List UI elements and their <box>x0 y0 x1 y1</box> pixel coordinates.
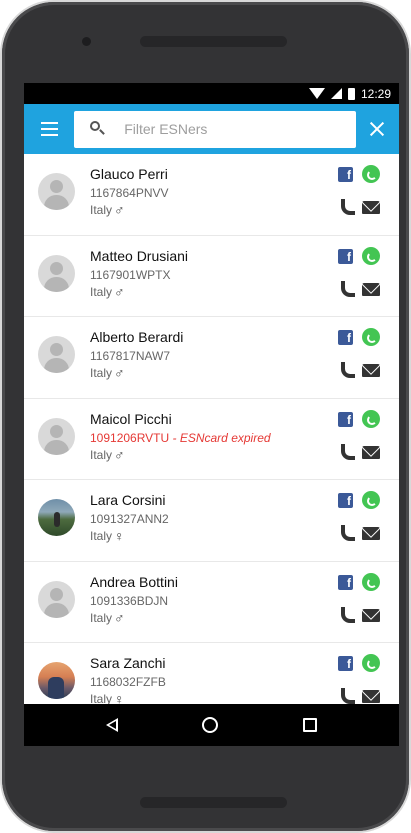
contact-country: Italy <box>90 610 113 625</box>
earpiece-speaker <box>140 36 287 47</box>
status-bar: 12:29 <box>24 83 399 104</box>
screen: 12:29 Glauco Perri 1167864PNVV Italy♂ f <box>24 83 399 746</box>
close-icon[interactable] <box>360 104 393 154</box>
recents-icon[interactable] <box>302 718 317 732</box>
avatar <box>38 499 75 536</box>
facebook-icon[interactable]: f <box>338 656 353 671</box>
mail-icon[interactable] <box>362 201 380 214</box>
esncard-code: 1167817NAW7 <box>90 349 171 363</box>
clock: 12:29 <box>360 86 391 101</box>
list-item[interactable]: Andrea Bottini 1091336BDJN Italy ♂ f <box>24 562 399 643</box>
hamburger-menu-icon[interactable] <box>24 104 74 154</box>
whatsapp-icon[interactable] <box>362 246 380 265</box>
whatsapp-icon[interactable] <box>362 409 380 428</box>
avatar <box>38 254 75 292</box>
search-input[interactable] <box>124 121 325 137</box>
battery-icon <box>347 87 355 100</box>
contact-name: Lara Corsini <box>90 492 166 508</box>
front-camera <box>82 37 91 46</box>
contact-country: Italy <box>90 447 113 462</box>
esncard-code: 1091206RVTU <box>90 430 170 445</box>
facebook-icon[interactable]: f <box>338 574 353 590</box>
contact-list: Glauco Perri 1167864PNVV Italy ♂ f Matteo… <box>24 154 399 725</box>
system-nav-bar <box>24 704 399 746</box>
whatsapp-icon[interactable] <box>362 572 380 591</box>
facebook-icon[interactable]: f <box>338 248 353 264</box>
expired-note: - ESNcard expired <box>169 430 271 445</box>
contact-country: Italy <box>90 366 113 380</box>
avatar <box>38 173 75 210</box>
list-item[interactable]: Maicol Picchi 1091206RVTU - ESNcard expi… <box>24 399 399 480</box>
male-icon: ♂ <box>114 283 125 300</box>
whatsapp-icon[interactable] <box>362 491 380 509</box>
mail-icon[interactable] <box>362 445 380 459</box>
phone-icon[interactable] <box>339 524 355 541</box>
phone-icon[interactable] <box>339 198 355 215</box>
phone-icon[interactable] <box>339 280 355 297</box>
phone-icon[interactable] <box>339 687 355 704</box>
esncard-code: 1091327ANN2 <box>90 512 169 526</box>
avatar <box>38 417 75 455</box>
mail-icon[interactable] <box>362 690 380 703</box>
male-icon: ♂ <box>114 202 125 218</box>
list-item[interactable]: Matteo Drusiani 1167901WPTX Italy ♂ f <box>24 236 399 317</box>
signal-icon <box>330 88 342 99</box>
esncard-code: 1091336BDJN <box>90 593 169 608</box>
phone-icon[interactable] <box>339 443 355 460</box>
contact-name: Matteo Drusiani <box>90 247 189 264</box>
facebook-icon[interactable]: f <box>338 493 353 508</box>
facebook-icon[interactable]: f <box>338 330 353 345</box>
search-icon <box>90 121 106 137</box>
esncard-code: 1168032FZFB <box>90 675 166 689</box>
avatar <box>38 336 75 373</box>
list-item[interactable]: Glauco Perri 1167864PNVV Italy ♂ f <box>24 154 399 236</box>
avatar <box>38 580 75 618</box>
whatsapp-icon[interactable] <box>362 165 380 183</box>
contact-name: Glauco Perri <box>90 166 168 182</box>
mail-icon[interactable] <box>362 608 380 622</box>
mail-icon[interactable] <box>362 364 380 377</box>
contact-name: Andrea Bottini <box>90 573 178 590</box>
male-icon: ♂ <box>114 446 125 463</box>
male-icon: ♂ <box>114 609 125 626</box>
home-icon[interactable] <box>202 717 219 733</box>
list-item[interactable]: Lara Corsini 1091327ANN2 Italy ♀ f <box>24 480 399 562</box>
esncard-code: 1167864PNVV <box>90 186 169 200</box>
list-item[interactable]: Alberto Berardi 1167817NAW7 Italy ♂ f <box>24 317 399 399</box>
bottom-speaker <box>140 797 287 808</box>
app-bar <box>24 104 399 154</box>
contact-name: Maicol Picchi <box>90 410 172 427</box>
esncard-code-expired: 1091206RVTU - ESNcard expired <box>90 430 271 446</box>
male-icon: ♂ <box>114 365 125 381</box>
contact-country: Italy <box>90 529 113 543</box>
contact-country: Italy <box>90 284 113 299</box>
female-icon: ♀ <box>114 528 125 544</box>
phone-icon[interactable] <box>339 361 355 378</box>
contact-country: Italy <box>90 203 113 217</box>
facebook-icon[interactable]: f <box>338 411 353 427</box>
whatsapp-icon[interactable] <box>362 654 380 672</box>
wifi-icon <box>308 88 325 99</box>
search-box[interactable] <box>74 110 357 148</box>
whatsapp-icon[interactable] <box>362 328 380 346</box>
mail-icon[interactable] <box>362 527 380 540</box>
mail-icon[interactable] <box>362 282 380 296</box>
back-icon[interactable] <box>106 718 119 732</box>
esncard-code: 1167901WPTX <box>90 267 171 282</box>
contact-name: Alberto Berardi <box>90 329 184 345</box>
phone-icon[interactable] <box>339 606 355 623</box>
avatar <box>38 662 75 699</box>
facebook-icon[interactable]: f <box>338 167 353 182</box>
contact-name: Sara Zanchi <box>90 655 166 671</box>
